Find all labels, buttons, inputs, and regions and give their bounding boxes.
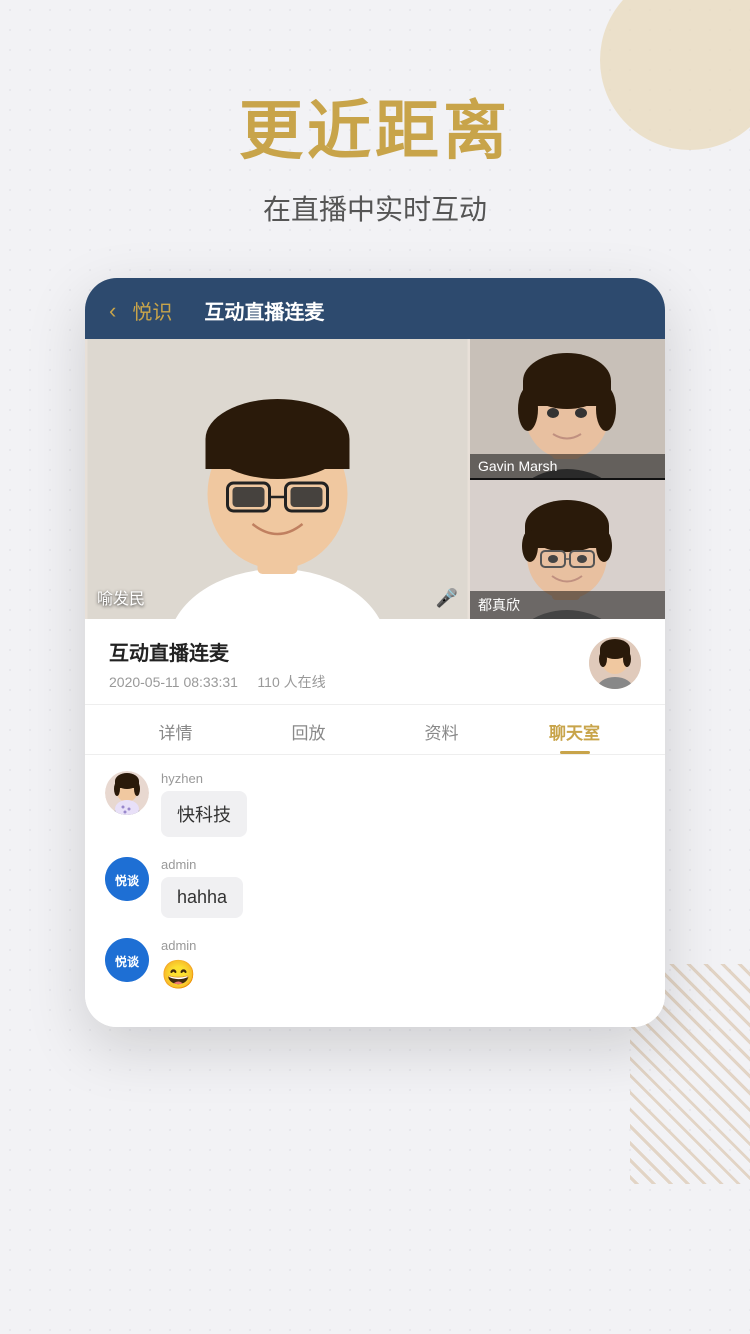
chat-username-2: admin xyxy=(161,857,243,872)
chat-bubble-2: hahha xyxy=(161,877,243,918)
side-person-1-label: Gavin Marsh xyxy=(470,454,665,478)
stream-title: 互动直播连麦 xyxy=(109,637,326,666)
main-person-label: 喻发民 xyxy=(97,585,145,609)
chat-bubble-1: 快科技 xyxy=(161,791,247,837)
app-title-center: 互动直播连麦 xyxy=(204,296,324,325)
stream-date: 2020-05-11 08:33:31 xyxy=(109,674,238,690)
video-main: 喻发民 🎤 xyxy=(85,339,470,619)
admin-avatar-2: 悦谈 xyxy=(105,938,149,982)
side-person-2-label: 都真欣 xyxy=(470,591,665,619)
side-video-1: Gavin Marsh xyxy=(470,339,665,478)
chat-avatar-3: 悦谈 xyxy=(105,938,149,982)
svg-text:悦谈: 悦谈 xyxy=(115,873,140,888)
page-headline: 更近距离 xyxy=(239,80,511,172)
svg-text:悦谈: 悦谈 xyxy=(115,954,140,969)
chat-area: hyzhen 快科技 悦谈 admin hahha xyxy=(85,755,665,1027)
tab-chat[interactable]: 聊天室 xyxy=(508,705,641,754)
tab-detail[interactable]: 详情 xyxy=(109,705,242,754)
admin-avatar-1: 悦谈 xyxy=(105,857,149,901)
hyzhen-avatar xyxy=(105,771,149,815)
tab-bar: 详情 回放 资料 聊天室 xyxy=(85,705,665,755)
video-side: Gavin Marsh xyxy=(470,339,665,619)
info-section: 互动直播连麦 2020-05-11 08:33:31 110 人在线 xyxy=(85,619,665,705)
host-avatar xyxy=(589,637,641,689)
chat-avatar-2: 悦谈 xyxy=(105,857,149,901)
tab-replay[interactable]: 回放 xyxy=(242,705,375,754)
back-button[interactable]: ‹ xyxy=(109,298,116,324)
chat-content-1: hyzhen 快科技 xyxy=(161,771,247,837)
mic-icon: 🎤 xyxy=(436,588,458,609)
main-avatar-svg xyxy=(85,339,470,619)
info-left: 互动直播连麦 2020-05-11 08:33:31 110 人在线 xyxy=(109,637,326,692)
chat-message-3: 悦谈 admin 😄 xyxy=(105,938,645,991)
chat-content-3: admin 😄 xyxy=(161,938,196,991)
video-area: 喻发民 🎤 xyxy=(85,339,665,619)
chat-message-2: 悦谈 admin hahha xyxy=(105,857,645,918)
chat-emoji-3: 😄 xyxy=(161,958,196,991)
stream-meta: 2020-05-11 08:33:31 110 人在线 xyxy=(109,672,326,692)
host-avatar-img xyxy=(589,637,641,689)
main-person-video xyxy=(85,339,470,619)
chat-username-3: admin xyxy=(161,938,196,953)
page-subtitle: 在直播中实时互动 xyxy=(263,188,487,228)
tab-materials[interactable]: 资料 xyxy=(375,705,508,754)
chat-message-1: hyzhen 快科技 xyxy=(105,771,645,837)
stream-online-count: 110 人在线 xyxy=(257,674,325,690)
side-video-2: 都真欣 xyxy=(470,480,665,619)
phone-mockup: ‹ 悦识 互动直播连麦 xyxy=(85,278,665,1027)
chat-avatar-1 xyxy=(105,771,149,815)
app-header: ‹ 悦识 互动直播连麦 xyxy=(85,278,665,339)
chat-content-2: admin hahha xyxy=(161,857,243,918)
app-title-left: 悦识 xyxy=(132,296,172,325)
chat-username-1: hyzhen xyxy=(161,771,247,786)
